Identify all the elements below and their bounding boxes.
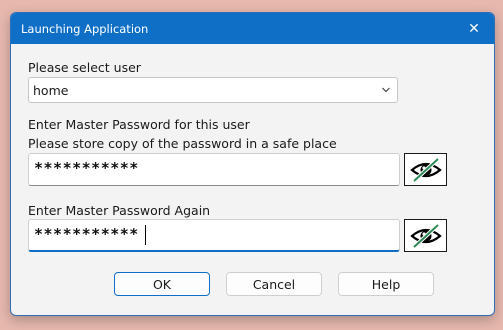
password-again-label: Enter Master Password Again xyxy=(28,203,211,218)
master-password-field[interactable]: *********** xyxy=(28,153,400,186)
master-password-value: *********** xyxy=(34,159,139,177)
close-icon: ✕ xyxy=(468,20,480,37)
password-safety-note: Please store copy of the password in a s… xyxy=(28,136,337,151)
title-bar[interactable]: Launching Application ✕ xyxy=(11,13,494,44)
cancel-button[interactable]: Cancel xyxy=(226,272,322,296)
toggle-password-visibility-button[interactable] xyxy=(404,153,447,186)
master-password-again-field[interactable]: *********** xyxy=(28,219,400,252)
launching-application-dialog: Launching Application ✕ Please select us… xyxy=(10,12,495,316)
master-password-again-value: *********** xyxy=(34,225,139,243)
window-title: Launching Application xyxy=(21,22,149,36)
select-user-label: Please select user xyxy=(28,60,141,75)
user-select-value: home xyxy=(33,83,69,98)
master-password-label: Enter Master Password for this user xyxy=(28,117,250,132)
ok-button[interactable]: OK xyxy=(114,272,210,296)
chevron-down-icon xyxy=(382,87,390,93)
eye-slash-icon xyxy=(409,157,442,182)
text-caret xyxy=(145,225,146,245)
user-select[interactable]: home xyxy=(28,77,398,103)
close-button[interactable]: ✕ xyxy=(454,13,494,44)
eye-slash-icon xyxy=(409,223,442,248)
toggle-password-again-visibility-button[interactable] xyxy=(404,219,447,252)
help-button[interactable]: Help xyxy=(338,272,434,296)
